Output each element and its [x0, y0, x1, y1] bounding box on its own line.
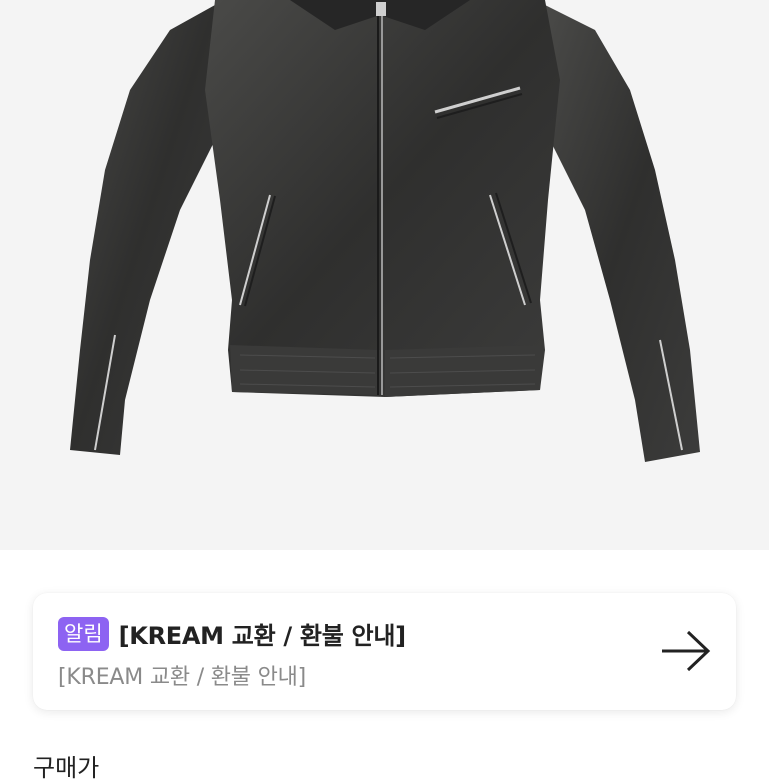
notice-header: 알림 [KREAM 교환 / 환불 안내]	[58, 616, 406, 651]
product-image[interactable]	[0, 0, 769, 550]
notice-card[interactable]: 알림 [KREAM 교환 / 환불 안내] [KREAM 교환 / 환불 안내]	[33, 593, 736, 710]
notice-badge: 알림	[58, 616, 109, 651]
price-section-heading: 구매가	[33, 754, 100, 782]
jacket-illustration	[70, 0, 700, 462]
notice-subtitle: [KREAM 교환 / 환불 안내]	[58, 665, 307, 690]
notice-title: [KREAM 교환 / 환불 안내]	[118, 622, 406, 650]
arrow-right-icon[interactable]	[660, 629, 712, 673]
